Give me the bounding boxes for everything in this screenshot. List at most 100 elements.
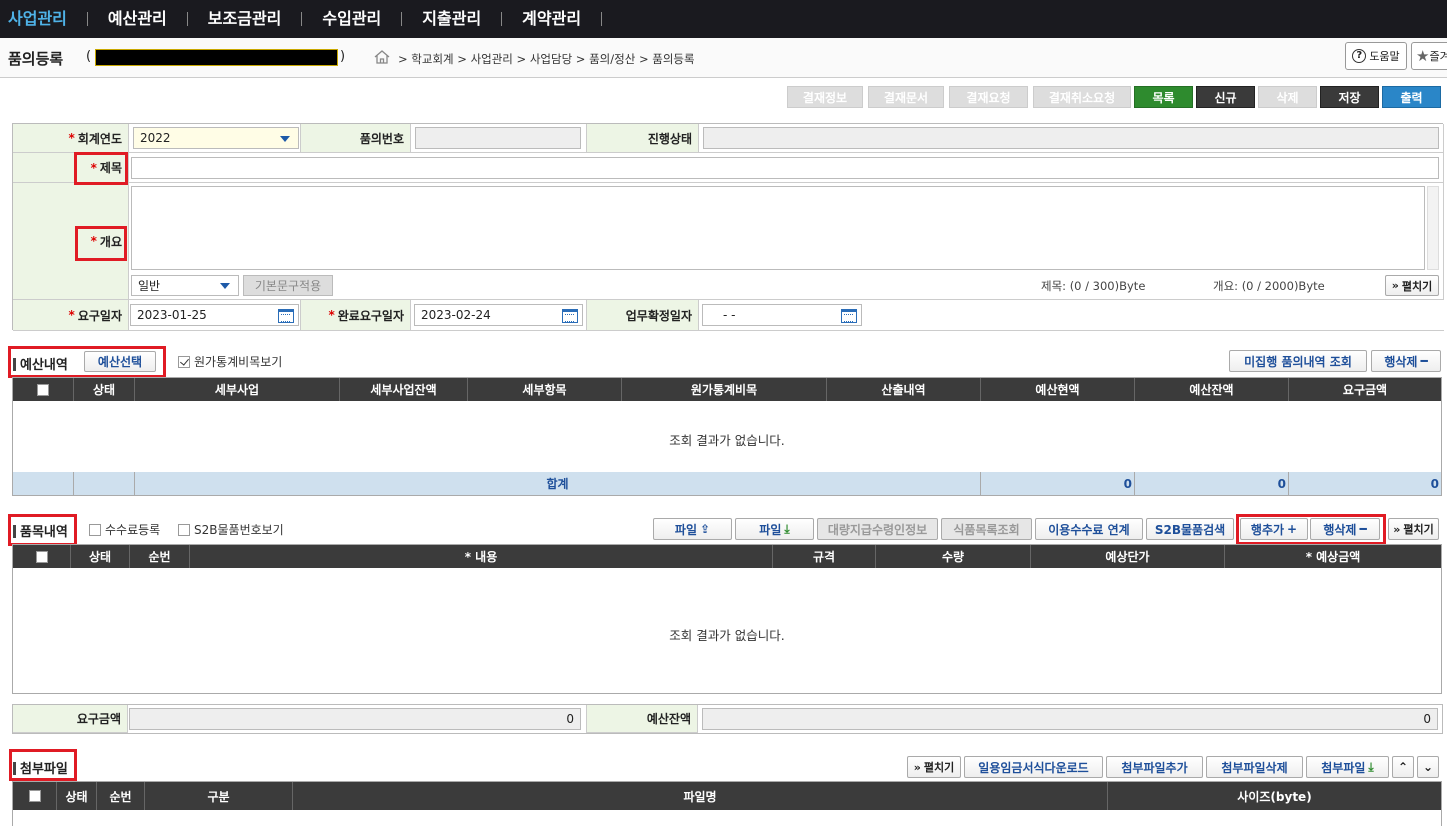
total-label: 합계 (135, 472, 981, 495)
fee-register-checkbox[interactable]: 수수료등록 (89, 521, 160, 538)
help-button[interactable]: ? 도움말 (1345, 42, 1407, 70)
summary-byte-count: 개요: (0 / 2000)Byte (1213, 279, 1325, 293)
done-date-input[interactable]: 2023-02-24 (414, 304, 583, 326)
list-button[interactable]: 목록 (1134, 86, 1193, 108)
doc-no-cell (411, 124, 587, 153)
dropdown-arrow-icon (280, 136, 290, 142)
print-button[interactable]: 출력 (1382, 86, 1441, 108)
attach-file-download-button[interactable]: 첨부파일 ⤓ (1306, 756, 1389, 778)
move-up-button[interactable]: ⌃ (1392, 756, 1414, 778)
col-cost-category: 원가통계비목 (622, 378, 827, 401)
doc-no-label: 품의번호 (301, 124, 411, 153)
move-down-button[interactable]: ⌄ (1417, 756, 1439, 778)
delete-button[interactable]: 삭제 (1258, 86, 1317, 108)
nav-income[interactable]: 수입관리 (302, 0, 401, 38)
req-date-cell: 2023-01-25 (129, 300, 301, 331)
req-date-input[interactable]: 2023-01-25 (130, 304, 299, 326)
download-icon: ⤓ (1368, 759, 1374, 774)
progress-cell (699, 124, 1444, 153)
col-spec: 규격 (773, 545, 876, 568)
paren-open: ( (86, 49, 92, 64)
calendar-icon[interactable] (562, 309, 578, 323)
attach-delete-button[interactable]: 첨부파일삭제 (1206, 756, 1303, 778)
col-filename: 파일명 (293, 782, 1108, 810)
nav-separator (601, 12, 603, 26)
title-input[interactable] (131, 157, 1439, 179)
col-quantity: 수량 (876, 545, 1031, 568)
highlight-summary (75, 226, 127, 261)
breadcrumb: > 학교회계 > 사업관리 > 사업담당 > 품의/정산 > 품의등록 (398, 52, 695, 66)
budget-total-row: 합계 0 0 0 (13, 472, 1441, 495)
home-icon[interactable] (374, 50, 390, 64)
nav-expense[interactable]: 지출관리 (402, 0, 501, 38)
nav-project[interactable]: 사업관리 (0, 0, 87, 38)
checkbox-checked-icon[interactable] (178, 356, 190, 368)
col-category: 구분 (145, 782, 293, 810)
col-sub-project: 세부사업 (135, 378, 340, 401)
total-budget-current: 0 (981, 472, 1135, 495)
checkbox-icon[interactable] (178, 524, 190, 536)
col-calculation: 산출내역 (827, 378, 981, 401)
file-download-button[interactable]: 파일 ⤓ (735, 518, 814, 540)
calendar-icon[interactable] (278, 309, 294, 323)
double-chevron-down-icon: » (913, 760, 921, 774)
fiscal-year-select[interactable]: 2022 (133, 127, 299, 149)
file-upload-button[interactable]: 파일 ⇪ (653, 518, 732, 540)
budget-row-delete-button[interactable]: 행삭제 ━ (1371, 350, 1441, 372)
summary-textarea[interactable] (131, 186, 1425, 270)
items-grid-header: 상태 순번 * 내용 규격 수량 예상단가 * 예상금액 (13, 545, 1441, 568)
select-all-checkbox[interactable] (13, 378, 74, 401)
col-budget-remain: 예산잔액 (1135, 378, 1289, 401)
favorite-button[interactable]: ★즐겨 (1411, 42, 1447, 70)
cost-view-checkbox[interactable]: 원가통계비목보기 (178, 353, 282, 370)
confirm-date-input[interactable]: - - (702, 304, 862, 326)
wage-form-download-button[interactable]: 일용임금서식다운로드 (964, 756, 1103, 778)
nav-budget[interactable]: 예산관리 (88, 0, 187, 38)
star-icon: ★ (1416, 47, 1430, 65)
col-expected-amount: * 예상금액 (1305, 550, 1361, 564)
unexecuted-query-button[interactable]: 미집행 품의내역 조회 (1229, 350, 1367, 372)
items-expand-button[interactable]: » 펼치기 (1388, 518, 1439, 540)
amounts-row: 요구금액 0 예산잔액 0 (12, 704, 1443, 734)
save-button[interactable]: 저장 (1320, 86, 1379, 108)
minus-icon: ━ (1420, 354, 1428, 368)
attach-add-button[interactable]: 첨부파일추가 (1106, 756, 1203, 778)
expand-button[interactable]: » 펼치기 (1385, 275, 1439, 296)
select-all-checkbox[interactable] (13, 782, 57, 810)
budget-remain-field: 0 (702, 708, 1438, 730)
food-list-button[interactable]: 식품목록조회 (941, 518, 1032, 540)
type-select[interactable]: 일반 (131, 275, 239, 296)
favorite-label: 즐겨 (1429, 50, 1447, 63)
approval-info-button[interactable]: 결재정보 (787, 86, 863, 108)
bulk-pay-button[interactable]: 대량지급수령인정보 (817, 518, 938, 540)
checkbox-icon[interactable] (89, 524, 101, 536)
chevron-down-icon: ⌄ (1422, 760, 1434, 774)
apply-template-button[interactable]: 기본문구적용 (243, 275, 333, 296)
main-form: * 회계연도 2022 품의번호 진행상태 * 제목 * 개요 일반 기본문구적용 제… (12, 123, 1444, 331)
nav-subsidy[interactable]: 보조금관리 (188, 0, 302, 38)
nav-contract[interactable]: 계약관리 (502, 0, 601, 38)
summary-scrollbar[interactable] (1427, 186, 1439, 270)
approval-cancel-button[interactable]: 결재취소요청 (1033, 86, 1131, 108)
budget-remain-label: 예산잔액 (586, 705, 698, 733)
highlight-row-buttons (1236, 514, 1386, 545)
new-button[interactable]: 신규 (1196, 86, 1255, 108)
s2b-search-button[interactable]: S2B물품검색 (1146, 518, 1234, 540)
col-budget-current: 예산현액 (981, 378, 1135, 401)
highlight-title (74, 152, 128, 185)
approval-request-button[interactable]: 결재요청 (949, 86, 1028, 108)
s2b-view-checkbox[interactable]: S2B물품번호보기 (178, 521, 284, 538)
calendar-icon[interactable] (841, 309, 857, 323)
col-status: 상태 (74, 378, 135, 401)
col-status: 상태 (57, 782, 97, 810)
highlight-budget (8, 346, 166, 378)
summary-cell: 일반 기본문구적용 제목: (0 / 300)Byte 개요: (0 / 200… (129, 183, 1444, 300)
attach-grid: 상태 순번 구분 파일명 사이즈(byte) (12, 781, 1442, 826)
select-all-checkbox[interactable] (13, 545, 71, 568)
progress-field (703, 127, 1439, 149)
fee-link-button[interactable]: 이용수수료 연계 (1035, 518, 1143, 540)
approval-doc-button[interactable]: 결재문서 (868, 86, 944, 108)
title-cell (129, 153, 1444, 183)
col-content: * 내용 (190, 545, 773, 568)
attach-expand-button[interactable]: » 펼치기 (907, 756, 961, 778)
